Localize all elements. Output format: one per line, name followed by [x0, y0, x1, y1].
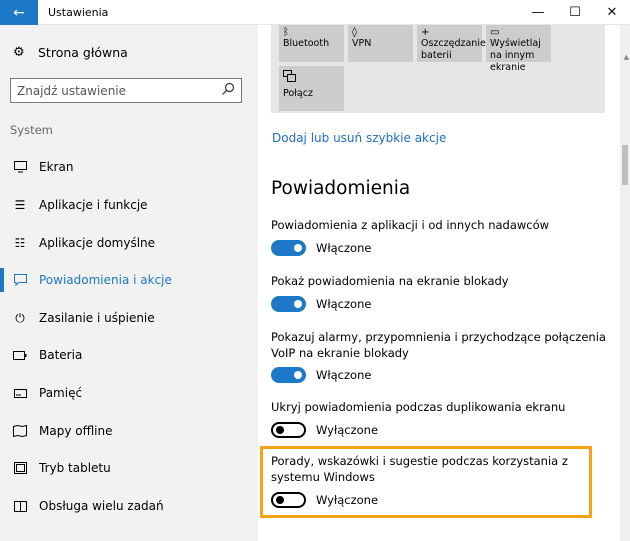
toggle-state: Wyłączone: [316, 423, 379, 437]
power-icon: ⏻: [15, 310, 25, 325]
toggle-lock-screen-notifications[interactable]: [271, 296, 306, 312]
setting-label: Pokazuj alarmy, przypomnienia i przychod…: [271, 330, 606, 360]
sidebar-item-default-apps[interactable]: ☷ Aplikacje domyślne: [0, 225, 258, 261]
sidebar-item-label: Powiadomienia i akcje: [39, 273, 172, 287]
section-label: System: [10, 123, 53, 137]
sidebar: ⚙ Strona główna System Ekran ☰ Aplikacje…: [0, 25, 258, 541]
edit-quick-actions-link[interactable]: Dodaj lub usuń szybkie akcje: [272, 131, 446, 145]
title-bar: ← Ustawienia — ☐ ✕: [0, 0, 630, 25]
bluetooth-icon: ᛒ: [283, 27, 289, 38]
toggle-knob: [294, 371, 302, 379]
multitask-icon: [12, 498, 28, 514]
search-icon[interactable]: [221, 82, 235, 96]
notification-icon: [12, 272, 28, 288]
connect-icon: [283, 68, 340, 88]
toggle-hide-when-duplicating[interactable]: [271, 422, 306, 438]
minimize-button[interactable]: —: [520, 0, 556, 25]
tile-label: Połącz: [283, 88, 313, 99]
close-button[interactable]: ✕: [594, 0, 630, 25]
toggle-state: Włączone: [316, 297, 372, 311]
storage-icon: [12, 385, 28, 401]
scrollbar[interactable]: ▲: [620, 25, 630, 541]
window-title: Ustawienia: [48, 6, 109, 19]
toggle-alarms-lock-screen[interactable]: [271, 367, 306, 383]
toggle-knob: [276, 426, 284, 434]
sidebar-item-label: Bateria: [39, 348, 83, 362]
monitor-icon: [12, 159, 28, 175]
tile-label: Oszczędzanie baterii: [421, 38, 486, 61]
sidebar-item-tablet[interactable]: Tryb tabletu: [0, 450, 258, 486]
sidebar-item-label: Ekran: [39, 160, 74, 174]
search-input[interactable]: [11, 79, 211, 102]
quick-action-bluetooth[interactable]: ᛒ Bluetooth: [279, 25, 344, 62]
setting-label: Ukryj powiadomienia podczas duplikowania…: [271, 400, 566, 414]
home-link[interactable]: ⚙ Strona główna: [13, 45, 128, 60]
sidebar-item-battery[interactable]: Bateria: [0, 337, 258, 373]
battery-saver-icon: +: [421, 27, 430, 38]
setting-label: Pokaż powiadomienia na ekranie blokady: [271, 274, 509, 288]
arrow-left-icon: ←: [13, 4, 25, 21]
setting-label: Powiadomienia z aplikacji i od innych na…: [271, 218, 550, 232]
search-box[interactable]: [10, 78, 242, 103]
toggle-state: Włączone: [316, 368, 372, 382]
list-icon: ☰: [14, 198, 26, 212]
sidebar-item-notifications[interactable]: Powiadomienia i akcje: [0, 262, 258, 298]
sidebar-item-power[interactable]: ⏻ Zasilanie i uśpienie: [0, 300, 258, 336]
toggle-knob: [294, 244, 302, 252]
home-label: Strona główna: [38, 45, 128, 60]
toggle-state: Włączone: [316, 241, 372, 255]
sidebar-item-ekran[interactable]: Ekran: [0, 149, 258, 185]
selection-indicator: [0, 268, 4, 292]
quick-action-project[interactable]: ▭ Wyświetlaj na innym ekranie: [486, 25, 551, 73]
toggle-app-notifications[interactable]: [271, 240, 306, 256]
sidebar-item-storage[interactable]: Pamięć: [0, 375, 258, 411]
tile-label: Wyświetlaj na innym ekranie: [490, 38, 541, 73]
quick-actions-grid: ᛒ Bluetooth ◊ VPN + Oszczędzanie baterii…: [271, 25, 605, 113]
sidebar-item-label: Mapy offline: [39, 424, 113, 438]
sidebar-item-label: Tryb tabletu: [39, 461, 111, 475]
gear-icon: ⚙: [13, 45, 25, 60]
sidebar-item-multitasking[interactable]: Obsługa wielu zadań: [0, 488, 258, 524]
section-title: Powiadomienia: [271, 178, 411, 199]
back-button[interactable]: ←: [0, 0, 38, 25]
scroll-thumb[interactable]: [622, 145, 628, 185]
highlight-frame: [260, 446, 592, 518]
sidebar-item-apps-features[interactable]: ☰ Aplikacje i funkcje: [0, 187, 258, 223]
quick-action-connect[interactable]: Połącz: [279, 66, 344, 111]
scroll-up-icon[interactable]: ▲: [624, 53, 629, 61]
sidebar-item-label: Obsługa wielu zadań: [39, 499, 164, 513]
quick-action-battery-saver[interactable]: + Oszczędzanie baterii: [417, 25, 486, 62]
vpn-icon: ◊: [352, 27, 357, 38]
tile-label: VPN: [352, 38, 372, 49]
sidebar-item-label: Pamięć: [39, 386, 83, 400]
project-icon: ▭: [490, 27, 500, 38]
sidebar-item-label: Zasilanie i uśpienie: [39, 311, 155, 325]
sidebar-item-maps[interactable]: Mapy offline: [0, 413, 258, 449]
map-icon: [12, 423, 28, 439]
tablet-icon: [12, 460, 28, 476]
toggle-knob: [294, 300, 302, 308]
list-check-icon: ☷: [14, 236, 26, 250]
battery-icon: [12, 347, 28, 363]
maximize-button[interactable]: ☐: [557, 0, 593, 25]
sidebar-item-label: Aplikacje i funkcje: [39, 198, 148, 212]
tile-label: Bluetooth: [283, 38, 330, 49]
sidebar-item-label: Aplikacje domyślne: [39, 236, 156, 250]
quick-action-vpn[interactable]: ◊ VPN: [348, 25, 413, 62]
